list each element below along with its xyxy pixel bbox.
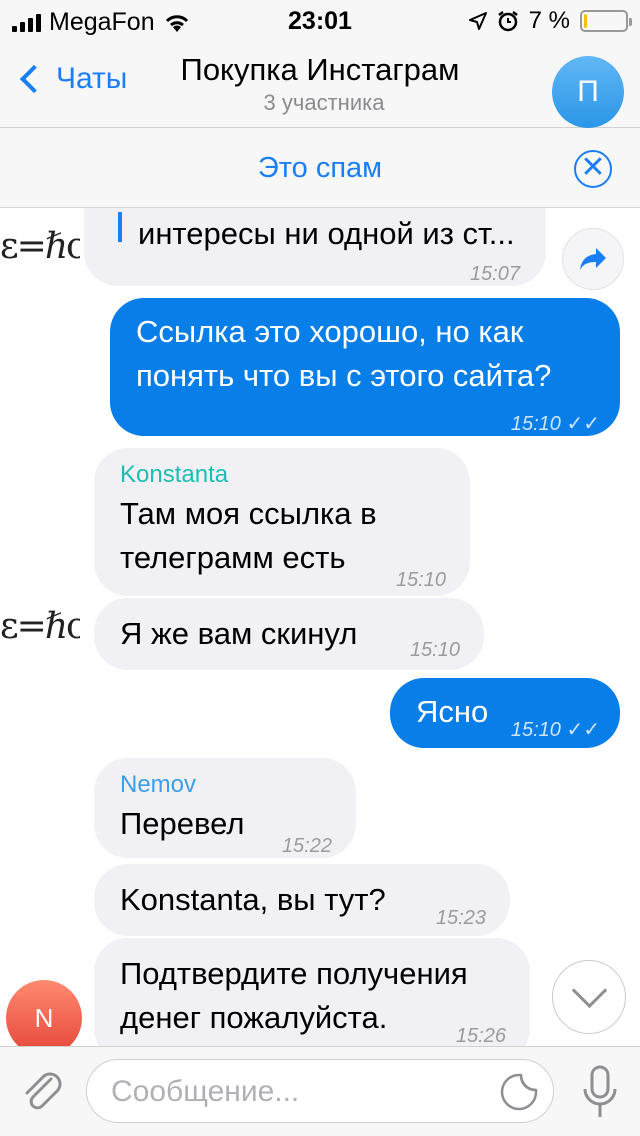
- message-input[interactable]: [111, 1072, 491, 1112]
- message-bubble-incoming[interactable]: Я же вам скинул 15:10: [94, 598, 484, 670]
- message-time: 15:10: [409, 639, 460, 661]
- quote-bar: [118, 212, 122, 242]
- message-text: Перевел: [120, 806, 245, 841]
- message-list[interactable]: ε=ℏc интересы ни одной из ст... 15:07 Сс…: [0, 208, 640, 1046]
- attach-icon[interactable]: [18, 1067, 68, 1117]
- message-bubble-outgoing[interactable]: Ясно 15:10 ✓✓: [390, 678, 620, 748]
- read-ticks-icon: ✓✓: [566, 413, 600, 435]
- message-composer: [0, 1046, 640, 1136]
- report-spam-button[interactable]: Это спам: [0, 152, 640, 185]
- message-bubble-outgoing[interactable]: Ссылка это хорошо, но как понять что вы …: [110, 298, 620, 436]
- message-time: 15:23: [435, 907, 486, 929]
- group-avatar[interactable]: П: [552, 56, 624, 128]
- message-text: интересы ни одной из ст...: [138, 216, 515, 251]
- spam-bar: Это спам ✕: [0, 128, 640, 208]
- message-time: 15:10: [395, 569, 446, 591]
- message-time: 15:22: [281, 835, 332, 857]
- location-arrow-icon: [468, 12, 487, 30]
- message-bubble-incoming[interactable]: Подтвердите получения денег пожалуйста. …: [94, 938, 530, 1046]
- alarm-icon: [497, 11, 518, 32]
- status-bar: MegaFon 23:01 7 %: [0, 0, 640, 40]
- message-text: Я же вам скинул: [120, 616, 358, 651]
- message-time: 15:10 ✓✓: [510, 719, 600, 741]
- message-field[interactable]: [86, 1059, 554, 1123]
- message-text: Ссылка это хорошо, но как понять что вы …: [136, 314, 552, 393]
- message-bubble-incoming[interactable]: Nemov Перевел 15:22: [94, 758, 356, 858]
- battery-icon: [580, 10, 632, 32]
- message-sender[interactable]: Nemov: [120, 770, 196, 800]
- scroll-down-button[interactable]: [552, 960, 626, 1034]
- message-time: 15:26: [455, 1025, 506, 1046]
- message-bubble-incoming[interactable]: Konstanta Там моя ссылка в телеграмм ест…: [94, 448, 470, 596]
- battery-fill: [584, 14, 587, 28]
- message-text: Там моя ссылка в телеграмм есть: [120, 496, 377, 575]
- message-text: Konstanta, вы тут?: [120, 882, 386, 917]
- chat-title[interactable]: Покупка Инстаграм: [0, 52, 640, 88]
- share-arrow-icon: [580, 248, 606, 270]
- sender-avatar[interactable]: N: [6, 980, 82, 1046]
- microphone-icon[interactable]: [580, 1065, 620, 1121]
- message-time: 15:07: [469, 263, 520, 285]
- read-ticks-icon: ✓✓: [566, 719, 600, 741]
- chat-header: Чаты Покупка Инстаграм 3 участника П: [0, 40, 640, 128]
- status-right: 7 %: [468, 7, 632, 35]
- close-icon[interactable]: ✕: [574, 150, 612, 188]
- message-bubble-incoming[interactable]: Konstanta, вы тут? 15:23: [94, 864, 510, 936]
- message-time: 15:10 ✓✓: [510, 413, 600, 435]
- sticker-icon[interactable]: [499, 1072, 539, 1112]
- message-sender[interactable]: Konstanta: [120, 460, 228, 490]
- sticker-avatar: ε=ℏc: [0, 606, 80, 647]
- sticker-avatar: ε=ℏc: [0, 226, 80, 267]
- message-bubble-incoming[interactable]: интересы ни одной из ст... 15:07: [84, 208, 546, 286]
- share-button[interactable]: [562, 228, 624, 290]
- battery-percent: 7 %: [528, 7, 570, 34]
- chat-subtitle: 3 участника: [263, 90, 385, 115]
- message-text: Ясно: [416, 694, 489, 729]
